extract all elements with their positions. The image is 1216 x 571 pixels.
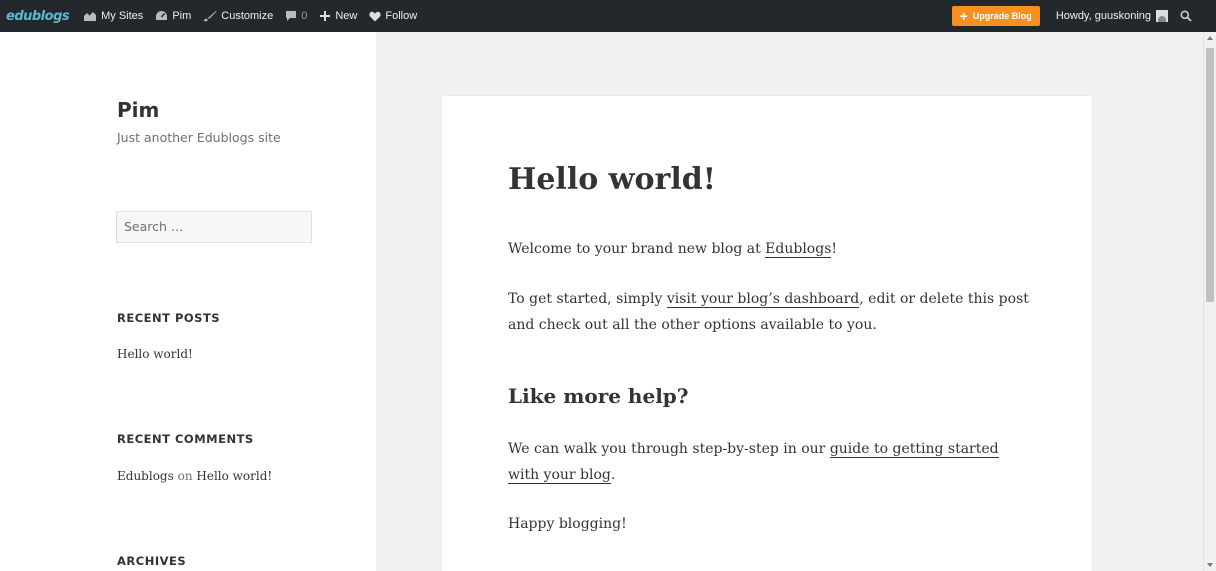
archives-title: ARCHIVES <box>117 554 187 568</box>
comment-icon <box>286 11 297 21</box>
site-description: Just another Edublogs site <box>117 130 281 145</box>
comment-author-link[interactable]: Edublogs <box>117 469 174 483</box>
post-paragraph-1: Welcome to your brand new blog at Edublo… <box>508 236 1038 262</box>
p3-text: We can walk you through step-by-step in … <box>508 441 830 457</box>
post-title[interactable]: Hello world! <box>508 162 716 197</box>
edublogs-link[interactable]: Edublogs <box>765 241 832 258</box>
search-input[interactable]: Search … <box>116 211 312 243</box>
p1-end: ! <box>831 241 838 257</box>
admin-search-button[interactable] <box>1174 0 1216 32</box>
howdy-label: Howdy, guuskoning <box>1055 10 1151 22</box>
dashboard-link[interactable]: visit your blog’s dashboard <box>666 291 860 308</box>
avatar <box>1156 10 1168 22</box>
post-paragraph-2: To get started, simply visit your blog’s… <box>508 286 1038 338</box>
plus-icon <box>320 11 331 21</box>
new-content-menu[interactable]: New <box>313 0 363 32</box>
my-sites-menu[interactable]: My Sites <box>77 0 149 32</box>
p3-end: . <box>610 467 616 483</box>
follow-label: Follow <box>385 10 418 22</box>
site-name-menu[interactable]: Pim <box>149 0 197 32</box>
sites-icon <box>84 12 97 21</box>
scroll-down-arrow-icon[interactable] <box>1207 563 1213 567</box>
heart-icon <box>369 11 381 21</box>
upgrade-blog-button[interactable]: + Upgrade Blog <box>951 6 1040 26</box>
comments-link[interactable]: 0 <box>279 0 313 32</box>
post-paragraph-3: We can walk you through step-by-step in … <box>508 436 1008 488</box>
follow-link[interactable]: Follow <box>363 0 423 32</box>
p2-text: To get started, simply <box>508 291 667 307</box>
logo-text: edublogs <box>6 8 70 24</box>
p1-text: Welcome to your brand new blog at <box>508 241 766 257</box>
comment-on-text: on <box>177 469 193 483</box>
edublogs-logo[interactable]: edublogs <box>0 0 77 32</box>
upgrade-plus-icon: + <box>959 8 968 24</box>
account-menu[interactable]: Howdy, guuskoning <box>1050 0 1174 32</box>
scrollbar-thumb[interactable] <box>1206 48 1214 302</box>
scroll-up-arrow-icon[interactable] <box>1207 36 1213 40</box>
post-paragraph-4: Happy blogging! <box>508 516 627 532</box>
new-label: New <box>335 10 358 22</box>
my-sites-label: My Sites <box>101 10 144 22</box>
dashboard-icon <box>156 11 168 20</box>
upgrade-label: Upgrade Blog <box>972 11 1032 21</box>
sidebar: Pim Just another Edublogs site Search … … <box>0 32 376 571</box>
site-name-label: Pim <box>172 10 192 22</box>
customize-link[interactable]: Customize <box>197 0 279 32</box>
admin-bar: edublogs My Sites Pim Customize 0 New Fo… <box>0 0 1216 32</box>
customize-label: Customize <box>221 10 274 22</box>
search-icon <box>1180 10 1192 22</box>
help-heading: Like more help? <box>508 384 689 408</box>
page-scrollbar[interactable] <box>1203 32 1216 571</box>
post-article: Hello world! Welcome to your brand new b… <box>442 96 1092 571</box>
recent-posts-title: RECENT POSTS <box>117 311 221 325</box>
recent-post-link[interactable]: Hello world! <box>117 347 193 361</box>
site-title[interactable]: Pim <box>117 98 159 122</box>
comments-count: 0 <box>301 10 308 22</box>
recent-comment-item: Edublogs on Hello world! <box>117 469 272 483</box>
comment-post-link[interactable]: Hello world! <box>196 469 272 483</box>
recent-comments-title: RECENT COMMENTS <box>117 432 254 446</box>
brush-icon <box>203 11 217 22</box>
